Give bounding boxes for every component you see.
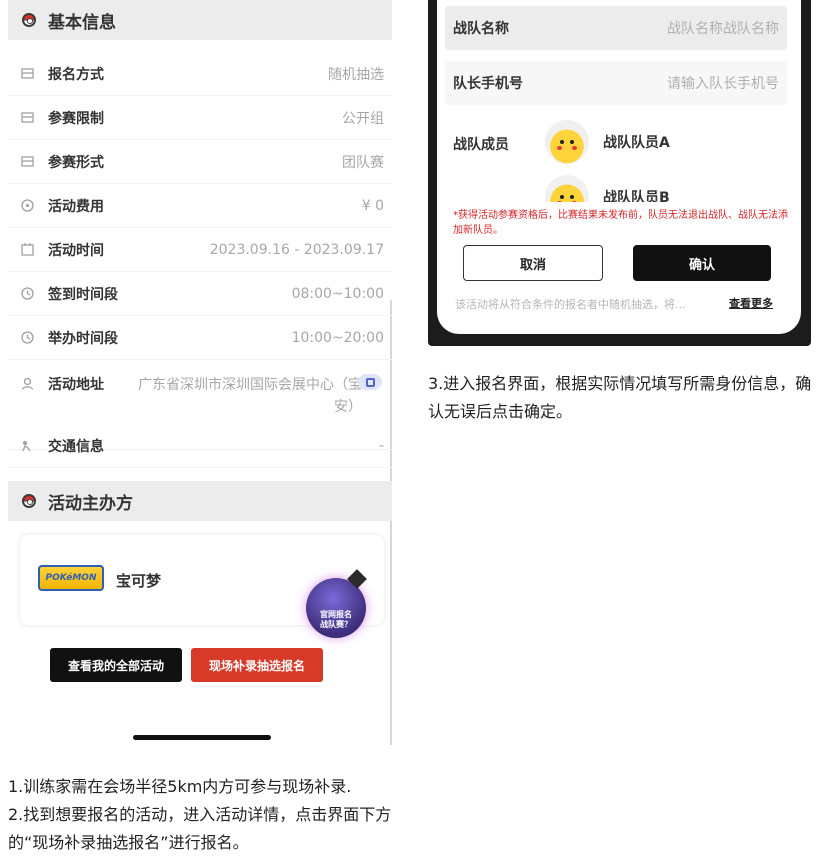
team-members-list[interactable]: 战队队员A 战队队员B bbox=[437, 110, 801, 202]
leader-phone-input[interactable]: 请输入队长手机号 bbox=[667, 73, 779, 93]
member-name: 战队队员A bbox=[603, 135, 670, 151]
organizer-header: 活动主办方 bbox=[8, 481, 392, 521]
registration-form-phone: 战队名称 战队名称战队名称 队长手机号 请输入队长手机号 战队成员 战队队员A … bbox=[428, 0, 811, 346]
info-row-fee: 活动费用 ¥ 0 bbox=[8, 184, 392, 228]
info-row-format: 参赛形式 团队赛 bbox=[8, 140, 392, 184]
limit-icon bbox=[20, 111, 34, 125]
team-name-value[interactable]: 战队名称战队名称 bbox=[667, 18, 779, 38]
row-label: 参赛限制 bbox=[48, 110, 104, 127]
row-value: 公开组 bbox=[342, 110, 384, 127]
pokeball-icon bbox=[22, 13, 36, 27]
list-item[interactable]: 战队队员A bbox=[545, 120, 670, 164]
location-icon bbox=[20, 376, 34, 390]
calendar-icon bbox=[20, 243, 34, 257]
row-label: 参赛形式 bbox=[48, 154, 104, 171]
float-badge-line2: 战队赛？ bbox=[320, 620, 352, 629]
caption-steps-1-2: 1.训练家需在会场半径5km内方可参与现场补录. 2.找到想要报名的活动，进入活… bbox=[8, 773, 392, 857]
see-more-link[interactable]: 查看更多 bbox=[729, 295, 773, 311]
pokeball-icon bbox=[22, 494, 36, 508]
row-label: 举办时间段 bbox=[48, 330, 118, 347]
leader-phone-field[interactable]: 队长手机号 请输入队长手机号 bbox=[445, 61, 787, 105]
info-row-registration: 报名方式 随机抽选 bbox=[8, 52, 392, 96]
row-value: 团队赛 bbox=[342, 154, 384, 171]
team-name-field[interactable]: 战队名称 战队名称战队名称 bbox=[445, 6, 787, 50]
row-label: 签到时间段 bbox=[48, 286, 118, 303]
caption-step2: 2.找到想要报名的活动，进入活动详情，点击界面下方的“现场补录抽选报名”进行报名… bbox=[8, 805, 392, 852]
row-value: - bbox=[378, 437, 384, 454]
info-row-time: 活动时间 2023.09.16 - 2023.09.17 bbox=[8, 228, 392, 272]
caption-step3: 3.进入报名界面，根据实际情况填写所需身份信息，确认无误后点击确定。 bbox=[428, 374, 812, 421]
member-name: 战队队员B bbox=[603, 190, 670, 202]
info-row-hold-time: 举办时间段 10:00~20:00 bbox=[8, 316, 392, 360]
cancel-button[interactable]: 取消 bbox=[463, 245, 603, 281]
my-activities-button[interactable]: 查看我的全部活动 bbox=[50, 648, 182, 682]
info-row-checkin: 签到时间段 08:00~10:00 bbox=[8, 272, 392, 316]
confirm-button[interactable]: 确认 bbox=[633, 245, 771, 281]
list-item[interactable]: 战队队员B bbox=[545, 175, 670, 202]
pikachu-avatar bbox=[545, 175, 589, 202]
activity-detail-screen: 基本信息 报名方式 随机抽选 参赛限制 公开组 参赛形式 团队赛 活动费用 ¥ … bbox=[8, 0, 392, 745]
home-indicator bbox=[133, 735, 271, 740]
clock-icon bbox=[20, 331, 34, 345]
organizer-title: 活动主办方 bbox=[48, 493, 133, 514]
row-label: 交通信息 bbox=[48, 438, 104, 455]
team-name-label: 战队名称 bbox=[453, 21, 509, 37]
float-badge-line1: 官网报名 bbox=[320, 610, 352, 619]
lottery-footnote: 该活动将从符合条件的报名者中随机抽选，将... bbox=[455, 298, 686, 311]
registration-icon bbox=[20, 67, 34, 81]
copy-address-icon[interactable] bbox=[358, 374, 382, 390]
warning-text: *获得活动参赛资格后，比赛结果未发布前，队员无法退出战队、战队无法添加新队员。 bbox=[453, 210, 788, 236]
info-row-limit: 参赛限制 公开组 bbox=[8, 96, 392, 140]
basic-info-title: 基本信息 bbox=[48, 12, 116, 33]
row-label: 活动时间 bbox=[48, 242, 104, 259]
row-value: 2023.09.16 - 2023.09.17 bbox=[209, 241, 384, 258]
clock-icon bbox=[20, 287, 34, 301]
row-label: 活动地址 bbox=[48, 377, 104, 393]
row-value: ¥ 0 bbox=[361, 197, 384, 214]
traffic-icon bbox=[20, 439, 34, 453]
pikachu-avatar bbox=[545, 120, 589, 164]
fee-icon bbox=[20, 199, 34, 213]
caption-step1: 1.训练家需在会场半径5km内方可参与现场补录. bbox=[8, 777, 352, 796]
basic-info-header: 基本信息 bbox=[8, 0, 392, 40]
row-value: 08:00~10:00 bbox=[291, 285, 384, 302]
row-label: 活动费用 bbox=[48, 198, 104, 215]
pokemon-logo: POKéMON bbox=[38, 565, 104, 591]
onsite-register-button[interactable]: 现场补录抽选报名 bbox=[191, 648, 323, 682]
row-label: 报名方式 bbox=[48, 66, 104, 83]
organizer-name: 宝可梦 bbox=[116, 572, 162, 590]
row-value: 广东省深圳市深圳国际会展中心（宝安） bbox=[138, 377, 362, 415]
team-registration-float-button[interactable]: 官网报名 战队赛？ bbox=[306, 569, 367, 638]
row-value: 随机抽选 bbox=[328, 66, 384, 83]
row-value: 10:00~20:00 bbox=[291, 329, 384, 346]
info-row-traffic: 交通信息 - bbox=[8, 424, 392, 468]
registration-form-screen: 战队名称 战队名称战队名称 队长手机号 请输入队长手机号 战队成员 战队队员A … bbox=[437, 0, 801, 334]
format-icon bbox=[20, 155, 34, 169]
leader-phone-label: 队长手机号 bbox=[453, 76, 523, 92]
